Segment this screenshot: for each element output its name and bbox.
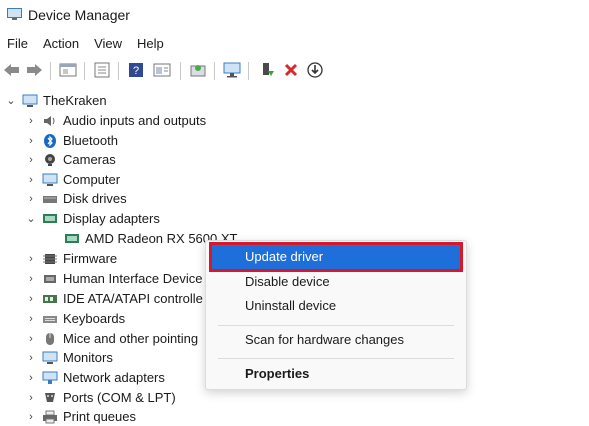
bluetooth-icon: [42, 133, 58, 148]
tree-item-ports[interactable]: › Ports (COM & LPT): [26, 388, 176, 407]
tree-item-display-adapters[interactable]: ⌄ Display adapters: [26, 209, 160, 228]
chevron-right-icon[interactable]: ›: [26, 313, 36, 325]
chevron-right-icon[interactable]: ›: [26, 392, 36, 404]
network-icon: [42, 371, 58, 385]
properties-icon[interactable]: [58, 60, 78, 80]
camera-icon: [42, 153, 58, 167]
computer-icon: [22, 94, 38, 108]
tree-item-bluetooth[interactable]: › Bluetooth: [26, 131, 118, 150]
chevron-down-icon[interactable]: ⌄: [6, 95, 16, 107]
menu-file[interactable]: File: [7, 34, 28, 54]
chevron-right-icon[interactable]: ›: [26, 174, 36, 186]
chevron-right-icon[interactable]: ›: [26, 115, 36, 127]
help-icon[interactable]: ?: [126, 60, 146, 80]
tree-item-cameras[interactable]: › Cameras: [26, 150, 116, 169]
chevron-right-icon[interactable]: ›: [26, 253, 36, 265]
tree-item-print-queues[interactable]: › Print queues: [26, 407, 136, 426]
tree-item-label: Ports (COM & LPT): [63, 390, 176, 405]
menu-separator: [218, 358, 454, 359]
forward-icon[interactable]: [24, 60, 44, 80]
menu-properties[interactable]: Properties: [206, 362, 466, 386]
toolbar-separator: [84, 62, 85, 80]
speaker-icon: [42, 114, 58, 128]
disk-drive-icon: [42, 192, 58, 206]
tree-item-label: Mice and other pointing: [63, 331, 199, 346]
toolbar-separator: [214, 62, 215, 80]
tree-item-disk-drives[interactable]: › Disk drives: [26, 189, 127, 208]
scan-icon[interactable]: [188, 60, 208, 80]
menu-separator: [218, 325, 454, 326]
menu-view[interactable]: View: [94, 34, 122, 54]
toolbar-separator: [118, 62, 119, 80]
title-bar: Device Manager: [0, 0, 589, 32]
chevron-right-icon[interactable]: ›: [26, 154, 36, 166]
tree-item-label: Computer: [63, 172, 121, 187]
tree-item-label: Disk drives: [63, 191, 127, 206]
tree-item-label: Audio inputs and outputs: [63, 113, 207, 128]
printer-icon: [42, 410, 58, 424]
tree-item-label: Bluetooth: [63, 133, 118, 148]
tree-item-network[interactable]: › Network adapters: [26, 368, 165, 387]
tree-item-label: Human Interface Device: [63, 271, 203, 286]
monitor-icon[interactable]: [222, 60, 242, 80]
menu-scan-hardware[interactable]: Scan for hardware changes: [206, 328, 466, 352]
list-icon[interactable]: [92, 60, 112, 80]
tree-item-label: Print queues: [63, 409, 136, 424]
menu-help[interactable]: Help: [137, 34, 164, 54]
update-driver-icon[interactable]: [257, 60, 277, 80]
menu-bar: File Action View Help: [0, 34, 172, 54]
tree-root-label: TheKraken: [43, 93, 107, 108]
display-adapter-icon: [64, 232, 80, 246]
tree-item-firmware[interactable]: › Firmware: [26, 249, 117, 268]
tree-item-label: Network adapters: [63, 370, 165, 385]
toolbar-separator: [248, 62, 249, 80]
tree-item-label: Keyboards: [63, 311, 126, 326]
chevron-right-icon[interactable]: ›: [26, 193, 36, 205]
chevron-down-icon[interactable]: ⌄: [26, 213, 36, 225]
context-menu: Update driver Disable device Uninstall d…: [205, 240, 467, 390]
display-adapter-icon: [42, 212, 58, 226]
menu-disable-device[interactable]: Disable device: [206, 270, 466, 294]
download-icon[interactable]: [305, 60, 325, 80]
tree-item-audio[interactable]: › Audio inputs and outputs: [26, 111, 206, 130]
port-icon: [42, 391, 58, 405]
back-icon[interactable]: [2, 60, 22, 80]
chevron-right-icon[interactable]: ›: [26, 352, 36, 364]
chip-icon: [42, 252, 58, 266]
chevron-right-icon[interactable]: ›: [26, 293, 36, 305]
chevron-right-icon[interactable]: ›: [26, 411, 36, 423]
uninstall-icon[interactable]: [281, 60, 301, 80]
chevron-right-icon[interactable]: ›: [26, 333, 36, 345]
tree-item-label: Monitors: [63, 350, 113, 365]
svg-text:?: ?: [133, 65, 139, 77]
tree-item-keyboards[interactable]: › Keyboards: [26, 309, 125, 328]
tree-item-label: Firmware: [63, 251, 118, 266]
tree-item-ide[interactable]: › IDE ATA/ATAPI controlle: [26, 289, 203, 308]
monitor-icon: [42, 351, 58, 365]
chevron-right-icon[interactable]: ›: [26, 372, 36, 384]
window-title: Device Manager: [28, 7, 130, 23]
toolbar-separator: [50, 62, 51, 80]
device-manager-icon: [7, 8, 22, 20]
chevron-right-icon[interactable]: ›: [26, 135, 36, 147]
tree-item-computer[interactable]: › Computer: [26, 170, 120, 189]
tree-item-label: Cameras: [63, 152, 116, 167]
keyboard-icon: [42, 312, 58, 326]
hid-icon: [42, 272, 58, 286]
tree-item-hid[interactable]: › Human Interface Device: [26, 269, 202, 288]
view-icon[interactable]: [152, 60, 172, 80]
mouse-icon: [42, 332, 58, 346]
tree-item-label: Display adapters: [63, 211, 160, 226]
menu-action[interactable]: Action: [43, 34, 79, 54]
menu-uninstall-device[interactable]: Uninstall device: [206, 294, 466, 318]
toolbar-separator: [180, 62, 181, 80]
tree-item-mice[interactable]: › Mice and other pointing: [26, 329, 198, 348]
tree-item-monitors[interactable]: › Monitors: [26, 348, 113, 367]
ide-controller-icon: [42, 292, 58, 306]
tree-item-label: IDE ATA/ATAPI controlle: [63, 291, 203, 306]
menu-update-driver[interactable]: Update driver: [206, 245, 466, 269]
tree-root[interactable]: ⌄ TheKraken: [6, 91, 107, 110]
chevron-right-icon[interactable]: ›: [26, 273, 36, 285]
monitor-icon: [42, 173, 58, 187]
